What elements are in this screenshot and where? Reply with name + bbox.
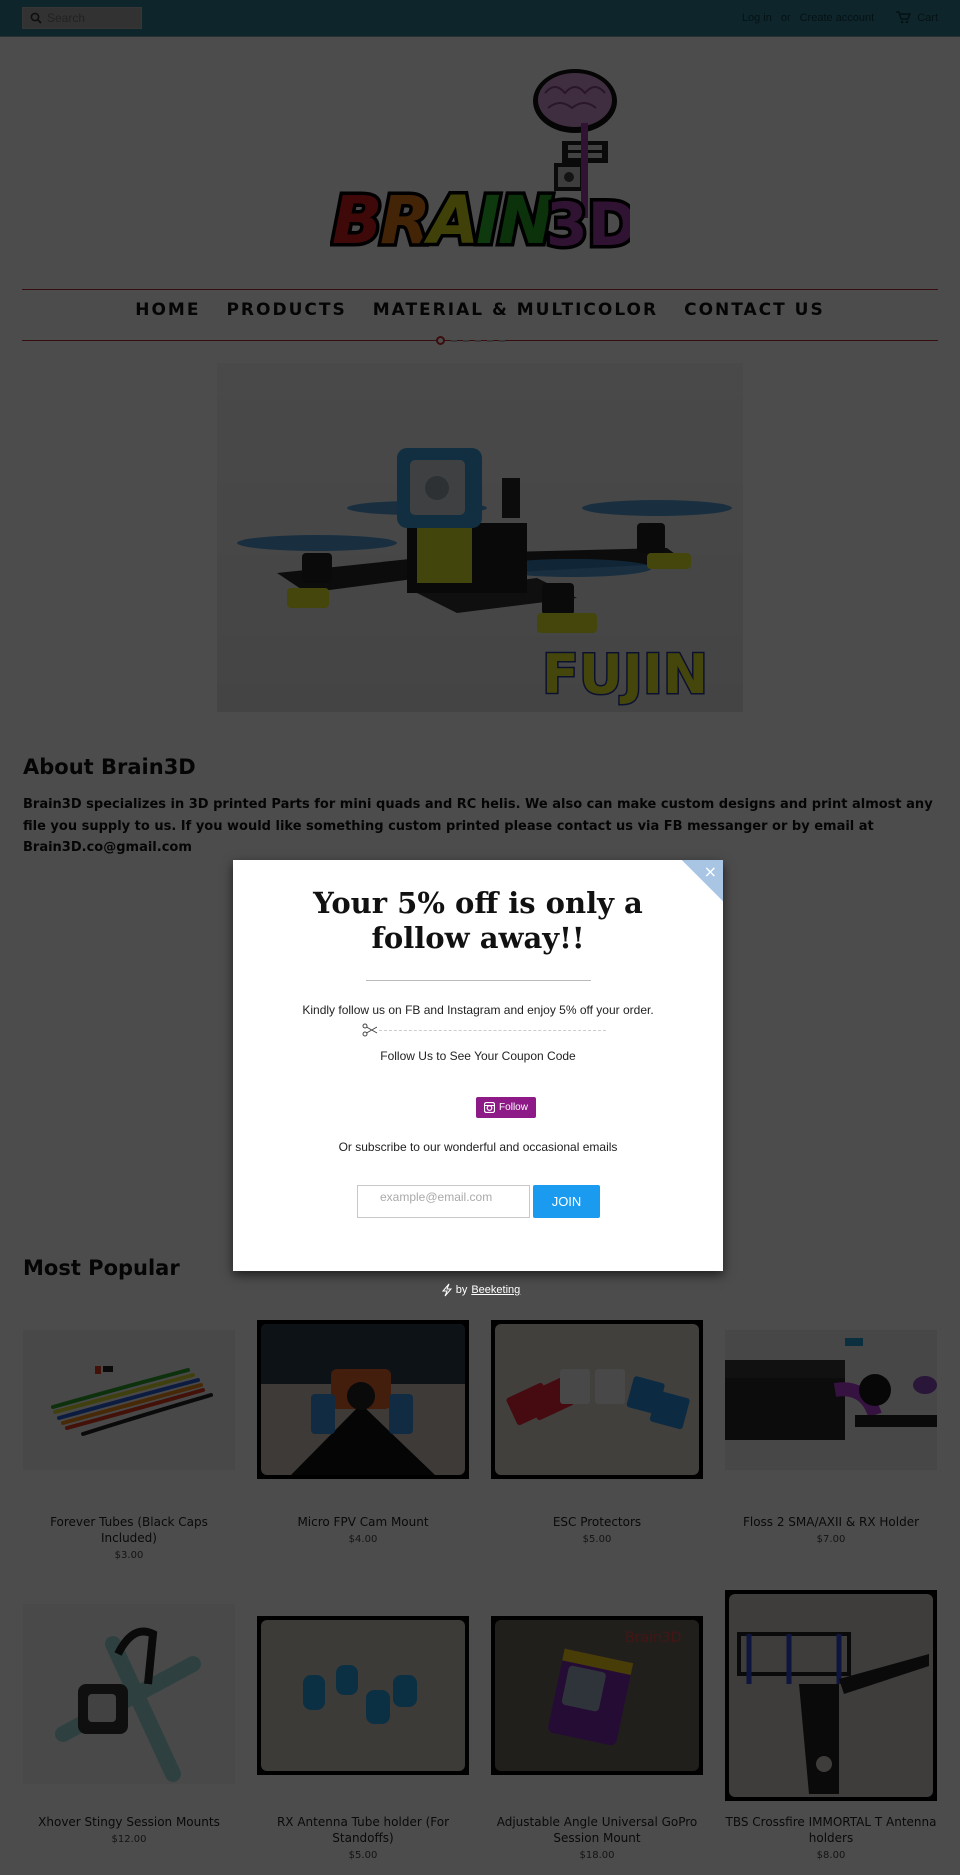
subscribe-label: Or subscribe to our wonderful and occasi… (338, 1140, 618, 1154)
instagram-follow-button[interactable]: Follow (476, 1097, 536, 1118)
instagram-follow-label: Follow (499, 1102, 528, 1113)
coupon-cut-line (361, 1023, 606, 1037)
scissors-icon (362, 1023, 378, 1037)
join-button[interactable]: JOIN (533, 1185, 600, 1218)
follow-label: Follow Us to See Your Coupon Code (380, 1049, 576, 1063)
popup-subtitle: Kindly follow us on FB and Instagram and… (302, 1003, 654, 1017)
powered-by: by Beeketing (0, 1283, 960, 1297)
powered-by-label: by (455, 1284, 468, 1296)
instagram-icon (484, 1102, 496, 1113)
close-icon: × (703, 862, 717, 881)
lightning-icon (441, 1283, 452, 1297)
popup-divider (366, 980, 591, 981)
email-input[interactable] (357, 1185, 530, 1218)
close-button[interactable]: × (682, 860, 723, 901)
discount-popup: × Your 5% off is only a follow away!! Ki… (233, 860, 723, 1271)
beeketing-link[interactable]: Beeketing (471, 1284, 520, 1296)
popup-title: Your 5% off is only a follow away!! (313, 886, 643, 955)
